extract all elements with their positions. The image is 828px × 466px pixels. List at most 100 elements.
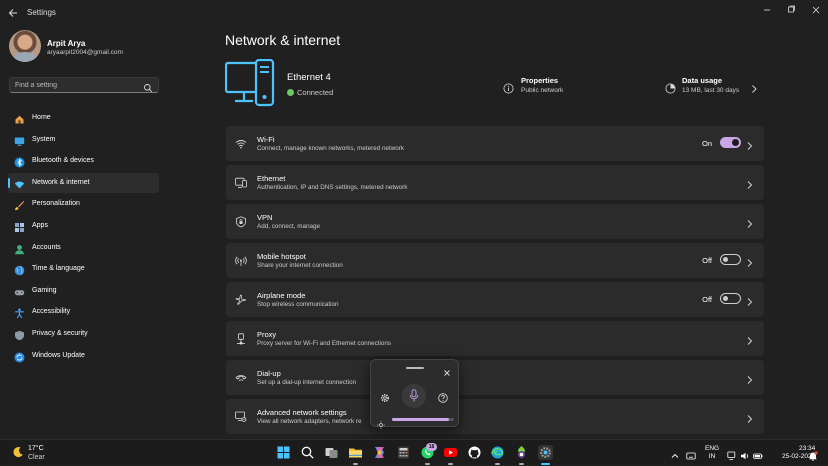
github-icon[interactable]	[467, 445, 482, 460]
advanced-network-card[interactable]: Advanced network settings View all netwo…	[226, 399, 764, 434]
chevron-right-icon	[746, 138, 753, 150]
properties-title: Properties	[521, 76, 559, 85]
minimize-icon[interactable]	[756, 4, 778, 16]
settings-icon[interactable]	[538, 445, 553, 460]
task-view-icon[interactable]	[324, 445, 339, 460]
volume-icon[interactable]	[740, 448, 750, 460]
chevron-right-icon	[746, 294, 753, 306]
network-icon	[14, 177, 25, 189]
sidebar-item-label: Apps	[32, 221, 48, 229]
sidebar-item-network[interactable]: Network & internet	[8, 172, 159, 193]
info-icon	[503, 81, 514, 94]
help-icon[interactable]	[438, 390, 448, 403]
card-title: Proxy	[257, 330, 277, 339]
maximize-icon[interactable]	[780, 4, 802, 16]
card-title: Ethernet	[257, 174, 286, 183]
network-status-icon[interactable]	[727, 448, 737, 460]
sidebar-item-personalization[interactable]: Personalization	[8, 194, 159, 214]
microphone-button[interactable]	[402, 384, 426, 408]
user-profile[interactable]: Arpit Arya aryaarpit2004@gmail.com	[9, 30, 169, 64]
file-explorer-icon[interactable]	[348, 445, 363, 460]
airplane-toggle[interactable]	[720, 293, 741, 304]
close-icon[interactable]	[443, 364, 451, 376]
brightness-icon	[377, 416, 385, 429]
card-subtitle: Stop wireless communication	[257, 301, 339, 308]
wifi-icon	[235, 137, 247, 149]
data-usage-icon	[665, 81, 676, 94]
proxy-card[interactable]: Proxy Proxy server for Wi-Fi and Etherne…	[226, 321, 764, 356]
wifi-toggle[interactable]	[720, 137, 741, 148]
level-slider-fill	[392, 418, 450, 421]
settings-window: Settings Arpit Arya aryaarpit2004@gmail.…	[0, 0, 828, 439]
sidebar-item-accessibility[interactable]: Accessibility	[8, 302, 159, 322]
apps-icon	[14, 220, 25, 232]
sidebar-item-bluetooth[interactable]: Bluetooth & devices	[8, 151, 159, 171]
keyboard-icon[interactable]	[686, 448, 696, 460]
weather-moon-icon[interactable]	[11, 445, 25, 459]
data-usage-sub: 13 MB, last 30 days	[682, 87, 740, 94]
chevron-up-icon[interactable]	[670, 448, 680, 458]
input-language[interactable]: ENG IN	[705, 445, 719, 461]
sidebar-item-label: Bluetooth & devices	[32, 157, 94, 165]
mobile-hotspot-card[interactable]: Mobile hotspot Share your internet conne…	[226, 243, 764, 278]
sidebar-item-time-language[interactable]: Time & language	[8, 259, 159, 279]
gamepad-icon	[14, 285, 25, 296]
youtube-icon[interactable]	[443, 445, 458, 460]
chevron-right-icon	[746, 177, 753, 189]
connection-name: Ethernet 4	[287, 72, 331, 83]
weather-temperature[interactable]: 17°C	[28, 445, 44, 452]
tor-icon[interactable]	[514, 445, 529, 460]
sidebar-item-windows-update[interactable]: Windows Update	[8, 346, 159, 366]
sidebar-item-apps[interactable]: Apps	[8, 216, 159, 236]
dial-up-card[interactable]: Dial-up Set up a dial-up internet connec…	[226, 360, 764, 395]
sidebar-item-gaming[interactable]: Gaming	[8, 281, 159, 301]
sidebar-item-home[interactable]: Home	[8, 108, 159, 128]
search-icon[interactable]	[300, 445, 315, 460]
search-icon[interactable]	[143, 80, 153, 93]
globe-icon	[14, 263, 25, 276]
battery-icon[interactable]	[753, 448, 763, 459]
grip-icon[interactable]	[406, 367, 424, 369]
hotspot-toggle[interactable]	[720, 254, 741, 265]
card-title: Mobile hotspot	[257, 252, 306, 261]
card-title: Dial-up	[257, 369, 281, 378]
close-icon[interactable]	[805, 4, 827, 16]
sidebar-item-accounts[interactable]: Accounts	[8, 238, 159, 258]
search-box[interactable]	[9, 77, 159, 93]
back-arrow-icon[interactable]	[8, 6, 20, 20]
page-title: Network & internet	[225, 32, 341, 48]
edge-icon[interactable]	[490, 445, 505, 460]
avatar[interactable]	[9, 30, 41, 62]
wifi-card[interactable]: Wi-Fi Connect, manage known networks, me…	[226, 126, 764, 161]
sidebar-item-label: Gaming	[32, 286, 57, 294]
copilot-icon[interactable]	[372, 445, 387, 460]
card-title: Advanced network settings	[257, 408, 347, 417]
hotspot-state: Off	[702, 256, 712, 265]
calculator-icon[interactable]	[396, 445, 411, 460]
chevron-right-icon[interactable]	[750, 81, 758, 93]
start-icon[interactable]	[276, 445, 291, 460]
home-icon	[14, 112, 25, 124]
proxy-icon	[235, 332, 247, 345]
microphone-icon	[409, 389, 419, 408]
level-slider[interactable]	[392, 418, 454, 421]
airplane-mode-card[interactable]: Airplane mode Stop wireless communicatio…	[226, 282, 764, 317]
sidebar-item-label: Home	[32, 114, 51, 121]
wifi-state: On	[701, 139, 712, 148]
search-input[interactable]	[15, 80, 143, 91]
ethernet-card[interactable]: Ethernet Authentication, IP and DNS sett…	[226, 165, 764, 200]
sidebar-item-system[interactable]: System	[8, 130, 159, 150]
weather-condition[interactable]: Clear	[28, 454, 45, 461]
chevron-right-icon	[746, 411, 753, 423]
vpn-card[interactable]: VPN Add, connect, manage	[226, 204, 764, 239]
advanced-network-icon	[235, 410, 247, 423]
sidebar-item-label: Time & language	[32, 265, 85, 273]
chevron-right-icon	[746, 255, 753, 267]
notification-bell-icon[interactable]	[808, 448, 818, 461]
sidebar-item-label: Accounts	[32, 243, 61, 251]
gear-icon[interactable]	[380, 390, 390, 403]
sidebar-item-privacy-security[interactable]: Privacy & security	[8, 324, 159, 344]
shield-icon	[14, 328, 25, 341]
title-bar: Settings	[0, 0, 828, 26]
card-subtitle: Set up a dial-up internet connection	[257, 379, 357, 386]
